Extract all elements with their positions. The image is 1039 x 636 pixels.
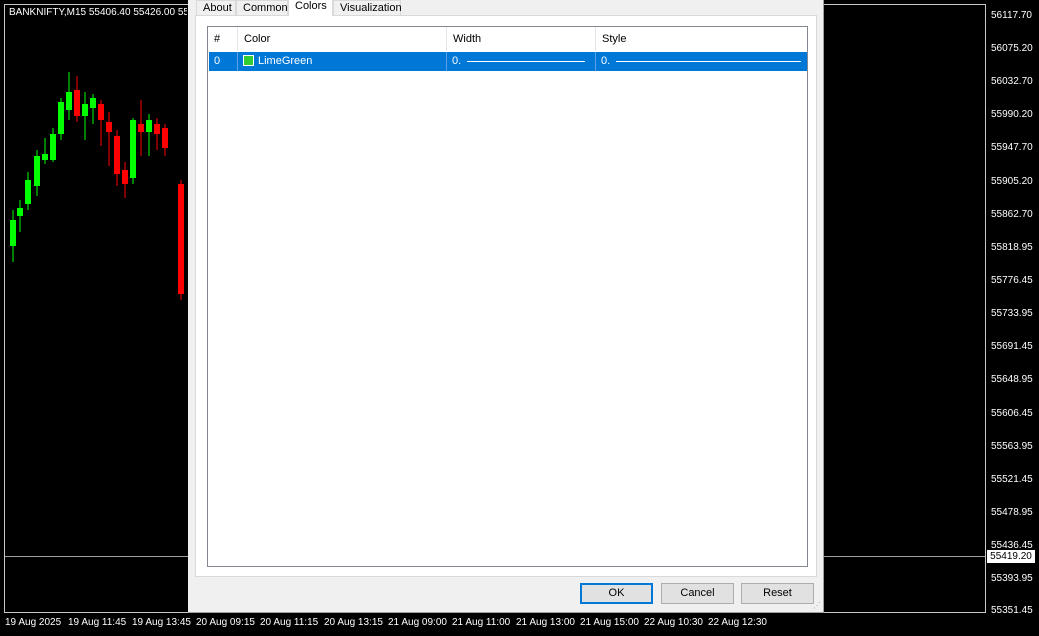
candle-body — [98, 104, 104, 120]
time-axis-label: 19 Aug 13:45 — [132, 617, 191, 628]
ok-button[interactable]: OK — [580, 583, 653, 604]
width-value: 0. — [452, 55, 462, 67]
candle-body — [122, 170, 128, 184]
candle-body — [146, 120, 152, 132]
candle-body — [162, 128, 168, 148]
candle-body — [50, 134, 56, 160]
price-axis-label: 55733.95 — [991, 308, 1033, 319]
price-axis-label: 55393.95 — [991, 573, 1033, 584]
time-axis-label: 19 Aug 2025 — [5, 617, 62, 628]
color-name: LimeGreen — [258, 55, 313, 67]
candle-body — [34, 156, 40, 186]
column-header-width[interactable]: Width — [447, 27, 596, 51]
time-axis-label: 19 Aug 11:45 — [68, 617, 127, 628]
candle-body — [10, 220, 16, 246]
colors-tab-panel: # Color Width Style 0 LimeGreen 0. 0. — [195, 15, 817, 577]
time-axis-label: 21 Aug 13:00 — [516, 617, 575, 628]
candle-body — [25, 180, 31, 204]
style-line-preview — [616, 60, 802, 62]
candle-body — [66, 92, 72, 110]
price-axis-label: 56117.70 — [991, 10, 1032, 21]
column-header-style[interactable]: Style — [596, 27, 807, 51]
price-axis-label: 55818.95 — [991, 242, 1033, 253]
tab-common[interactable]: Common — [236, 0, 288, 15]
candle-body — [58, 102, 64, 134]
candle-body — [154, 124, 160, 134]
reset-button[interactable]: Reset — [741, 583, 814, 604]
row-width-cell[interactable]: 0. — [447, 52, 596, 71]
row-color-cell[interactable]: LimeGreen — [238, 52, 447, 71]
candle-body — [42, 154, 48, 160]
candle-body — [106, 122, 112, 132]
price-axis-label: 55478.95 — [991, 507, 1033, 518]
price-axis-label: 55776.45 — [991, 275, 1033, 286]
tab-colors[interactable]: Colors — [288, 0, 333, 16]
price-axis-label: 56032.70 — [991, 76, 1033, 87]
candle-body — [90, 98, 96, 108]
candlestick-series — [10, 72, 184, 300]
candle-body — [17, 208, 23, 216]
tab-about[interactable]: About — [196, 0, 236, 15]
price-axis-label: 55563.95 — [991, 441, 1033, 452]
price-axis-label: 56075.20 — [991, 43, 1033, 54]
price-axis-label: 55862.70 — [991, 209, 1033, 220]
color-swatch — [243, 55, 254, 66]
time-axis-label: 21 Aug 09:00 — [388, 617, 447, 628]
candle-body — [82, 104, 88, 116]
column-header-color[interactable]: Color — [238, 27, 447, 51]
candle-body — [130, 120, 136, 178]
price-axis-label: 55606.45 — [991, 408, 1033, 419]
candle-body — [138, 124, 144, 132]
price-axis-label: 55947.70 — [991, 142, 1033, 153]
price-axis-label: 55905.20 — [991, 176, 1033, 187]
time-axis-label: 22 Aug 12:30 — [708, 617, 767, 628]
price-axis-label: 55691.45 — [991, 341, 1033, 352]
tab-visualization[interactable]: Visualization — [333, 0, 402, 15]
candle-body — [114, 136, 120, 174]
price-axis-label: 55648.95 — [991, 374, 1033, 385]
current-price-marker: 55419.20 — [987, 550, 1035, 563]
indicator-properties-dialog: About Common Colors Visualization # Colo… — [188, 0, 824, 613]
color-table[interactable]: # Color Width Style 0 LimeGreen 0. 0. — [207, 26, 808, 567]
chart-symbol-title: BANKNIFTY,M15 55406.40 55426.00 55 — [9, 7, 187, 18]
row-index: 0 — [209, 52, 238, 71]
price-axis-label: 55521.45 — [991, 474, 1033, 485]
price-axis-label: 55351.45 — [991, 605, 1033, 616]
time-axis-label: 20 Aug 11:15 — [260, 617, 319, 628]
width-line-preview — [467, 60, 586, 62]
time-axis-label: 21 Aug 11:00 — [452, 617, 511, 628]
price-axis-label: 55990.20 — [991, 109, 1033, 120]
style-value: 0. — [601, 55, 611, 67]
cancel-button[interactable]: Cancel — [661, 583, 734, 604]
column-header-index[interactable]: # — [208, 27, 238, 51]
time-axis-label: 20 Aug 09:15 — [196, 617, 255, 628]
time-axis-label: 20 Aug 13:15 — [324, 617, 383, 628]
candle-body — [178, 184, 184, 294]
time-axis-label: 21 Aug 15:00 — [580, 617, 639, 628]
table-row[interactable]: 0 LimeGreen 0. 0. — [209, 52, 807, 71]
candle-body — [74, 90, 80, 116]
time-axis-label: 22 Aug 10:30 — [644, 617, 703, 628]
resize-grip-icon[interactable]: ⋰ — [813, 602, 821, 610]
row-style-cell[interactable]: 0. — [596, 52, 807, 71]
